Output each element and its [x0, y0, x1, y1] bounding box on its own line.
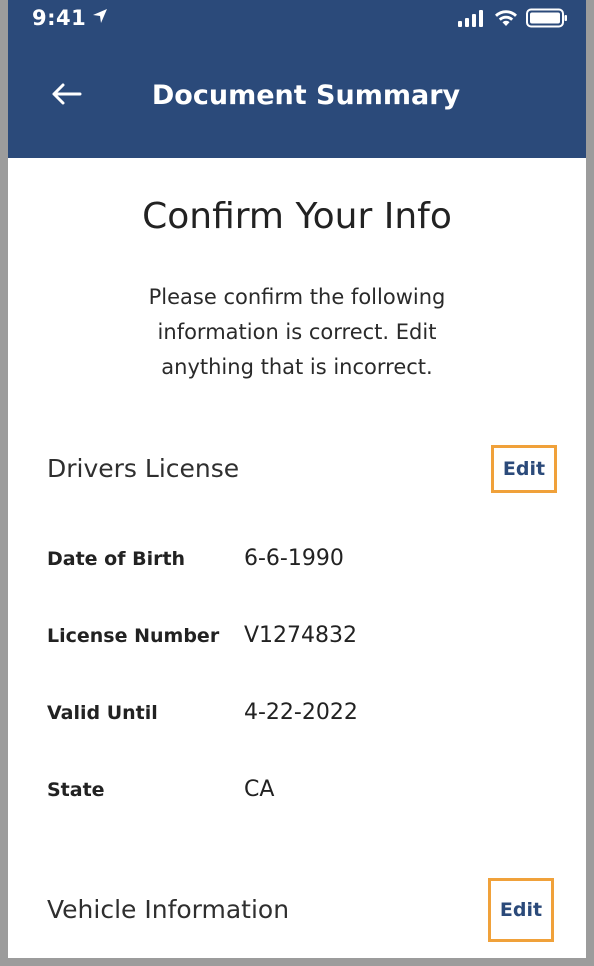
- status-time: 9:41: [32, 6, 87, 30]
- screen: 9:41 Document Summary Confirm Your Info …: [8, 0, 586, 958]
- header-bar: 9:41 Document Summary: [8, 0, 586, 158]
- intro-text: Please confirm the following information…: [148, 285, 446, 379]
- section-title-vehicle-information: Vehicle Information: [47, 895, 290, 924]
- page-title: Confirm Your Info: [142, 196, 452, 237]
- field-label-license-number: License Number: [47, 625, 220, 647]
- field-label-state: State: [47, 779, 105, 801]
- battery-icon: [526, 8, 568, 32]
- wifi-icon: [494, 9, 518, 31]
- field-value-valid-until: 4-22-2022: [244, 700, 358, 725]
- field-label-valid-until: Valid Until: [47, 702, 158, 724]
- status-indicators: [458, 8, 568, 32]
- cellular-signal-icon: [458, 9, 486, 31]
- field-value-date-of-birth: 6-6-1990: [244, 546, 344, 571]
- section-title-drivers-license: Drivers License: [47, 454, 240, 483]
- edit-drivers-license-button[interactable]: Edit: [491, 445, 557, 493]
- field-value-license-number: V1274832: [244, 623, 358, 648]
- header-title: Document Summary: [151, 80, 461, 111]
- field-label-date-of-birth: Date of Birth: [47, 548, 186, 570]
- field-value-state: CA: [244, 777, 275, 802]
- edit-vehicle-information-button[interactable]: Edit: [488, 878, 554, 942]
- location-arrow-icon: [92, 8, 108, 28]
